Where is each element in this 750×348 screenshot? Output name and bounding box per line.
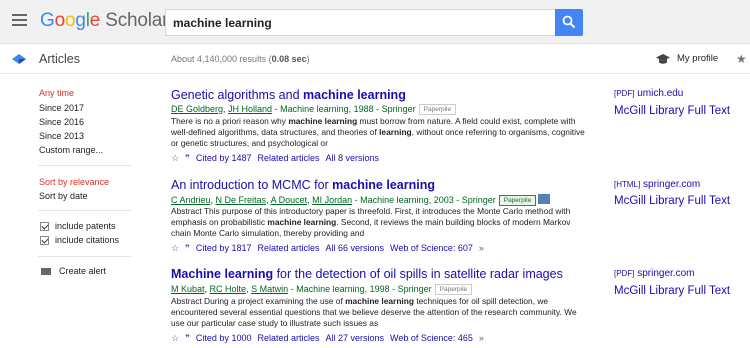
section-label: Articles xyxy=(39,52,80,66)
sidebar-divider xyxy=(38,165,131,166)
my-profile-link[interactable]: My profile xyxy=(677,53,718,64)
cite-icon[interactable]: ❞ xyxy=(185,243,190,253)
search-input[interactable]: machine learning xyxy=(165,9,555,36)
paperpile-button[interactable]: Paperpile xyxy=(498,195,537,206)
result-authors: DE Goldberg, JH Holland - Machine learni… xyxy=(171,104,457,115)
html-link[interactable]: [HTML] springer.com xyxy=(614,179,700,190)
pdf-link[interactable]: [PDF] umich.edu xyxy=(614,88,683,99)
include-patents-label[interactable]: include patents xyxy=(55,221,116,231)
result-actions: ☆ ❞ Cited by 1817 Related articles All 66 ve… xyxy=(171,243,490,254)
all-versions-link[interactable]: All 66 versions xyxy=(326,243,385,253)
author-link[interactable]: M Kubat xyxy=(171,284,205,294)
author-link[interactable]: A Doucet xyxy=(271,195,308,205)
related-articles-link[interactable]: Related articles xyxy=(257,333,319,343)
author-link[interactable]: C Andrieu xyxy=(171,195,211,205)
cite-icon[interactable]: ❞ xyxy=(185,153,190,163)
pdf-link[interactable]: [PDF] springer.com xyxy=(614,268,694,279)
graduation-cap-icon xyxy=(656,54,670,64)
my-library-star-icon[interactable]: ★ xyxy=(736,52,747,66)
top-bar: Google Scholar machine learning xyxy=(0,0,750,44)
author-link[interactable]: DE Goldberg xyxy=(171,104,223,114)
author-link[interactable]: N De Freitas xyxy=(216,195,267,205)
paperpile-button[interactable]: Paperpile xyxy=(418,104,457,115)
sidebar-divider xyxy=(38,210,131,211)
save-star-icon[interactable]: ☆ xyxy=(171,243,179,253)
result-title-link[interactable]: Genetic algorithms and machine learning xyxy=(171,88,406,102)
author-link[interactable]: RC Holte xyxy=(210,284,247,294)
results-count: About 4,140,000 results (0.08 sec) xyxy=(171,54,310,64)
articles-icon xyxy=(12,54,26,64)
search-icon xyxy=(562,15,576,29)
paperpile-library-icon[interactable] xyxy=(538,194,551,204)
related-articles-link[interactable]: Related articles xyxy=(257,153,319,163)
result-title-link[interactable]: Machine learning for the detection of oi… xyxy=(171,267,563,281)
results-toolbar: Articles About 4,140,000 results (0.08 s… xyxy=(0,44,750,74)
filter-any-time[interactable]: Any time xyxy=(39,88,74,98)
paperpile-button[interactable]: Paperpile xyxy=(434,284,473,295)
result-title-link[interactable]: An introduction to MCMC for machine lear… xyxy=(171,178,435,192)
sort-by-relevance[interactable]: Sort by relevance xyxy=(39,177,109,187)
create-alert-link[interactable]: Create alert xyxy=(59,266,106,276)
result-authors: M Kubat, RC Holte, S Matwin - Machine le… xyxy=(171,284,473,295)
web-of-science-link[interactable]: Web of Science: 607 xyxy=(390,243,473,253)
library-full-text-link[interactable]: McGill Library Full Text xyxy=(614,195,730,207)
include-citations-label[interactable]: include citations xyxy=(55,235,119,245)
more-actions-icon[interactable]: » xyxy=(479,243,484,253)
all-versions-link[interactable]: All 8 versions xyxy=(326,153,380,163)
library-full-text-link[interactable]: McGill Library Full Text xyxy=(614,285,730,297)
cited-by-link[interactable]: Cited by 1817 xyxy=(196,243,252,253)
cite-icon[interactable]: ❞ xyxy=(185,333,190,343)
author-link[interactable]: MI Jordan xyxy=(312,195,352,205)
all-versions-link[interactable]: All 27 versions xyxy=(326,333,385,343)
search-button[interactable] xyxy=(555,9,583,36)
more-actions-icon[interactable]: » xyxy=(479,333,484,343)
result-authors: C Andrieu, N De Freitas, A Doucet, MI Jo… xyxy=(171,194,551,206)
result-actions: ☆ ❞ Cited by 1000 Related articles All 27 ve… xyxy=(171,333,490,344)
author-link[interactable]: S Matwin xyxy=(251,284,288,294)
filter-custom-range[interactable]: Custom range... xyxy=(39,145,103,155)
include-patents-checkbox[interactable] xyxy=(40,222,49,231)
filter-since-2016[interactable]: Since 2016 xyxy=(39,117,84,127)
related-articles-link[interactable]: Related articles xyxy=(257,243,319,253)
cited-by-link[interactable]: Cited by 1000 xyxy=(196,333,252,343)
author-link[interactable]: JH Holland xyxy=(228,104,272,114)
google-scholar-logo[interactable]: Google Scholar xyxy=(40,10,168,32)
web-of-science-link[interactable]: Web of Science: 465 xyxy=(390,333,473,343)
save-star-icon[interactable]: ☆ xyxy=(171,153,179,163)
sort-by-date[interactable]: Sort by date xyxy=(39,191,88,201)
library-full-text-link[interactable]: McGill Library Full Text xyxy=(614,105,730,117)
envelope-icon xyxy=(41,268,51,275)
filter-since-2017[interactable]: Since 2017 xyxy=(39,103,84,113)
save-star-icon[interactable]: ☆ xyxy=(171,333,179,343)
cited-by-link[interactable]: Cited by 1487 xyxy=(196,153,252,163)
filter-since-2013[interactable]: Since 2013 xyxy=(39,131,84,141)
sidebar-divider xyxy=(38,256,131,257)
include-citations-checkbox[interactable] xyxy=(40,236,49,245)
menu-icon[interactable] xyxy=(12,14,27,26)
result-actions: ☆ ❞ Cited by 1487 Related articles All 8 ver… xyxy=(171,153,385,164)
